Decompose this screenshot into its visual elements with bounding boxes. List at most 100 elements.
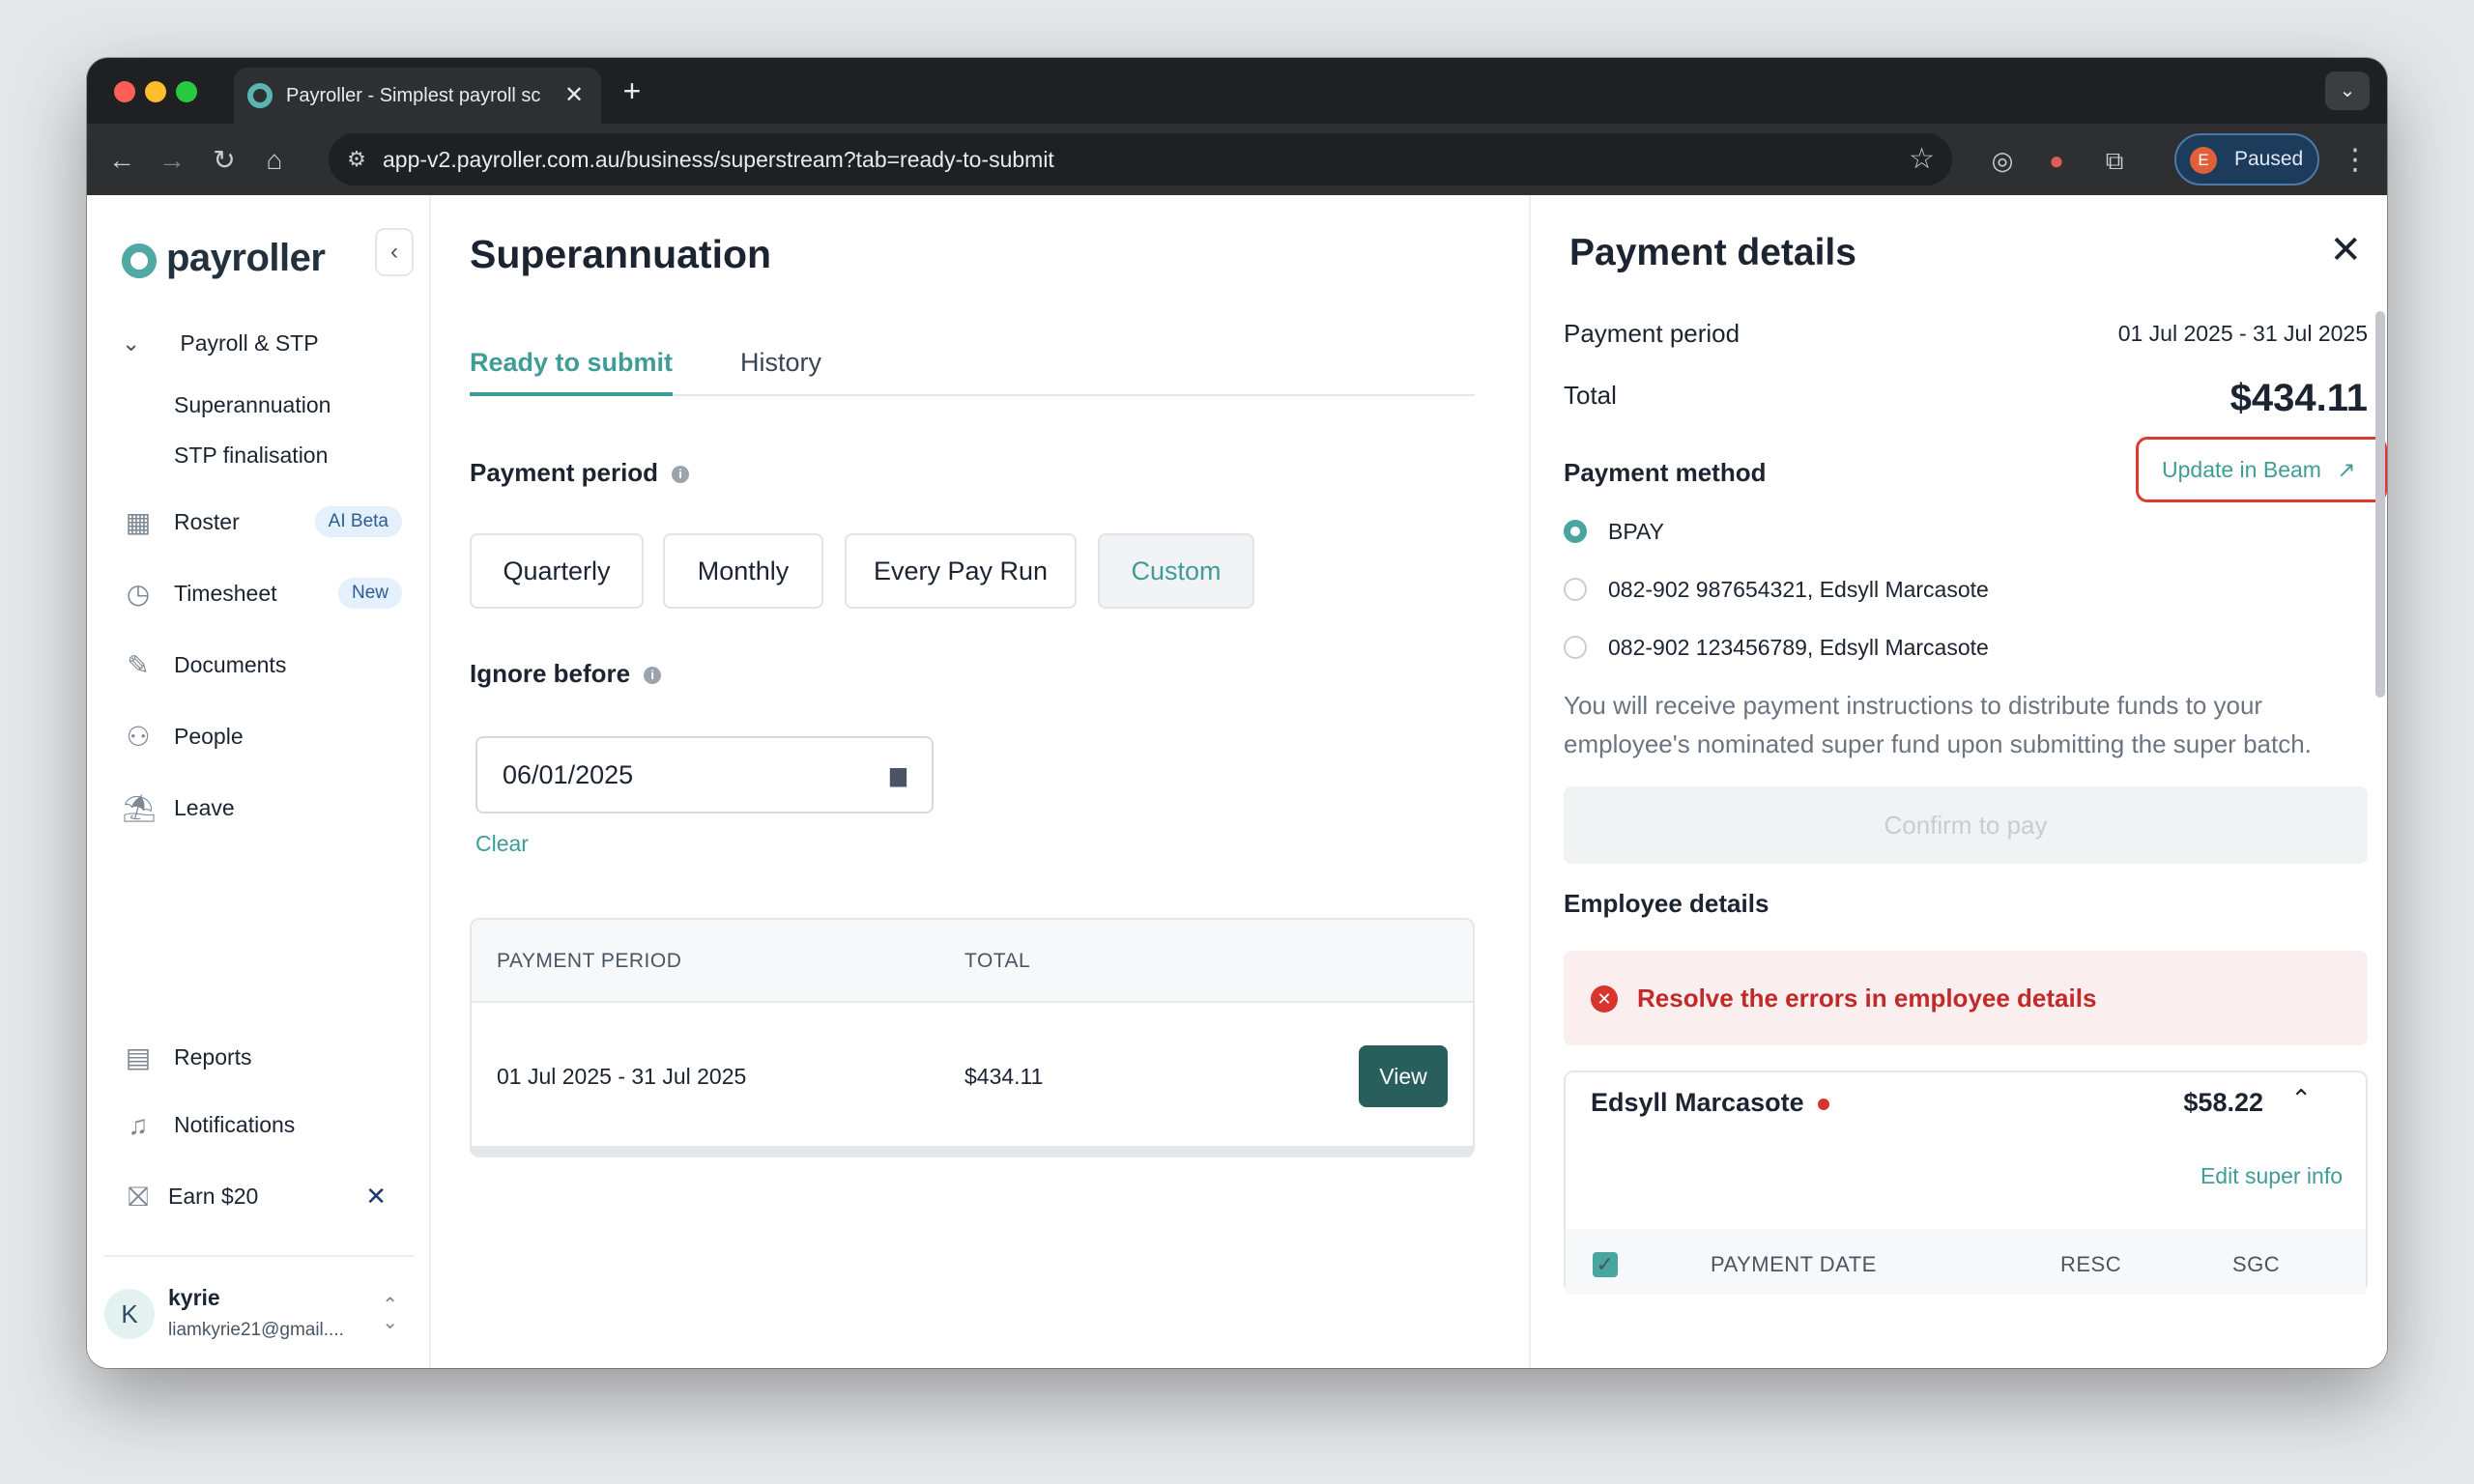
radio-icon[interactable]	[1564, 578, 1587, 601]
profile-button[interactable]: E Paused	[2174, 133, 2319, 186]
nav-section-payroll[interactable]: ⌄ Payroll & STP	[122, 330, 319, 357]
back-icon[interactable]: ←	[102, 141, 141, 180]
bookmark-star-icon[interactable]: ☆	[1909, 133, 1935, 186]
table-header: PAYMENT PERIOD TOTAL	[472, 920, 1473, 1003]
period-custom-button[interactable]: Custom	[1098, 533, 1254, 609]
period-monthly-button[interactable]: Monthly	[663, 533, 823, 609]
edit-super-info-link[interactable]: Edit super info	[2201, 1163, 2343, 1189]
payment-period-label: Payment period i	[470, 458, 690, 488]
update-in-beam-button[interactable]: Update in Beam ↗	[2136, 437, 2387, 502]
forward-icon[interactable]: →	[153, 141, 191, 180]
employee-name: Edsyll Marcasote	[1591, 1088, 1829, 1118]
address-bar[interactable]: ⚙ app-v2.payroller.com.au/business/super…	[329, 133, 1952, 186]
logo-mark-icon	[122, 243, 157, 278]
employee-amount: $58.22	[2183, 1088, 2263, 1117]
payment-method-account-1[interactable]: 082-902 987654321, Edsyll Marcasote	[1564, 572, 2368, 607]
sidebar: payroller ‹ ⌄ Payroll & STP Superannuati…	[87, 195, 431, 1368]
column-header-payment-period: PAYMENT PERIOD	[497, 950, 682, 972]
period-every-pay-run-button[interactable]: Every Pay Run	[845, 533, 1077, 609]
payment-method-bpay[interactable]: BPAY	[1564, 514, 2368, 549]
calendar-icon[interactable]: ▆	[890, 738, 906, 812]
user-menu[interactable]: K kyrie liamkyrie21@gmail.... ⌃ ⌄	[104, 1275, 414, 1353]
extension-bell-icon[interactable]: ●	[2037, 141, 2076, 180]
payment-instructions-note: You will receive payment instructions to…	[1564, 691, 2312, 758]
sidebar-item-superannuation[interactable]: Superannuation	[174, 392, 331, 418]
panel-scrollbar[interactable]	[2375, 311, 2385, 698]
radio-selected-icon[interactable]	[1564, 520, 1587, 543]
update-in-beam-label: Update in Beam	[2162, 457, 2321, 482]
site-info-icon[interactable]: ⚙	[342, 145, 371, 174]
chevron-down-icon: ⌄	[122, 330, 141, 356]
sidebar-item-label: People	[174, 724, 244, 749]
panel-title: Payment details	[1569, 232, 1856, 273]
ignore-before-label: Ignore before i	[470, 659, 662, 689]
date-value: 06/01/2025	[503, 760, 634, 789]
extensions-puzzle-icon[interactable]: ⧉	[2095, 141, 2134, 180]
sidebar-item-label: Leave	[174, 795, 235, 820]
method-label: 082-902 987654321, Edsyll Marcasote	[1608, 577, 1989, 602]
brand-logo[interactable]: payroller	[122, 234, 326, 282]
sidebar-item-people[interactable]: ⚇ People	[122, 715, 412, 757]
radio-icon[interactable]	[1564, 636, 1587, 659]
avatar: K	[104, 1289, 155, 1339]
sidebar-item-reports[interactable]: ▤ Reports	[122, 1036, 412, 1078]
dismiss-earn-icon[interactable]: ✕	[365, 1175, 387, 1217]
info-icon[interactable]: i	[672, 466, 690, 484]
new-tab-button[interactable]: +	[609, 68, 655, 114]
documents-icon: ✎	[127, 650, 150, 680]
brand-name: payroller	[166, 237, 326, 279]
sidebar-item-notifications[interactable]: ♫ Notifications	[122, 1103, 412, 1146]
sidebar-divider	[104, 1255, 414, 1257]
url-text[interactable]: app-v2.payroller.com.au/business/superst…	[383, 133, 1054, 186]
reports-icon: ▤	[125, 1042, 152, 1072]
tab-search-button[interactable]: ⌄	[2325, 71, 2370, 110]
browser-tab[interactable]: Payroller - Simplest payroll sc ✕	[234, 68, 601, 124]
period-quarterly-button[interactable]: Quarterly	[470, 533, 644, 609]
home-icon[interactable]: ⌂	[255, 141, 294, 180]
minimize-window-button[interactable]	[145, 81, 166, 102]
page-title: Superannuation	[470, 232, 772, 276]
error-text: Resolve the errors in employee details	[1637, 984, 2097, 1013]
employee-card: Edsyll Marcasote $58.22 ⌃ Edit super inf…	[1564, 1070, 2368, 1306]
favicon-icon	[247, 83, 273, 108]
maximize-window-button[interactable]	[176, 81, 197, 102]
table-scrollbar[interactable]	[472, 1146, 1473, 1156]
total-label: Total	[1564, 381, 1617, 410]
column-header-payment-date: PAYMENT DATE	[1711, 1252, 1877, 1276]
ignore-before-date-input[interactable]: 06/01/2025 ▆	[475, 736, 934, 813]
select-all-checkbox[interactable]: ✓	[1593, 1252, 1618, 1277]
browser-menu-icon[interactable]: ⋮	[2341, 141, 2370, 180]
employee-details-label: Employee details	[1564, 889, 1769, 918]
sidebar-item-label: Documents	[174, 652, 287, 677]
sidebar-item-timesheet[interactable]: ◷ Timesheet New	[122, 572, 412, 614]
sidebar-item-label: Timesheet	[174, 581, 277, 606]
external-link-icon: ↗	[2337, 457, 2356, 482]
column-header-sgc: SGC	[2232, 1252, 2281, 1276]
payment-details-panel: Payment details ✕ Payment period 01 Jul …	[1529, 195, 2387, 1368]
close-tab-icon[interactable]: ✕	[557, 68, 591, 124]
tab-history[interactable]: History	[740, 338, 821, 386]
error-banner: ✕ Resolve the errors in employee details	[1564, 951, 2368, 1045]
user-name: kyrie	[168, 1285, 220, 1310]
tab-ready-to-submit[interactable]: Ready to submit	[470, 338, 674, 396]
reload-icon[interactable]: ↻	[205, 141, 244, 180]
clear-date-link[interactable]: Clear	[475, 831, 529, 857]
sidebar-item-stp-finalisation[interactable]: STP finalisation	[174, 442, 328, 469]
close-icon[interactable]: ✕	[2329, 228, 2362, 272]
sidebar-item-earn[interactable]: ⛝ Earn $20 ✕	[122, 1175, 412, 1217]
view-button[interactable]: View	[1359, 1045, 1448, 1107]
collapse-sidebar-button[interactable]: ‹	[375, 228, 414, 276]
sidebar-item-documents[interactable]: ✎ Documents	[122, 643, 412, 686]
profile-avatar: E	[2190, 147, 2217, 174]
confirm-to-pay-button[interactable]: Confirm to pay	[1564, 786, 2368, 864]
sidebar-item-leave[interactable]: ⛱ Leave	[122, 786, 412, 829]
payment-period-value: 01 Jul 2025 - 31 Jul 2025	[2117, 321, 2368, 346]
sidebar-item-roster[interactable]: ▦ Roster AI Beta	[122, 500, 412, 543]
payment-method-account-2[interactable]: 082-902 123456789, Edsyll Marcasote	[1564, 630, 2368, 665]
sidebar-item-label: Notifications	[174, 1112, 296, 1137]
info-icon[interactable]: i	[644, 667, 662, 685]
close-window-button[interactable]	[114, 81, 135, 102]
grammarly-icon[interactable]: ◎	[1983, 141, 2022, 180]
panel-footer-space	[1531, 1295, 2387, 1368]
chevron-up-icon[interactable]: ⌃	[2290, 1084, 2312, 1114]
